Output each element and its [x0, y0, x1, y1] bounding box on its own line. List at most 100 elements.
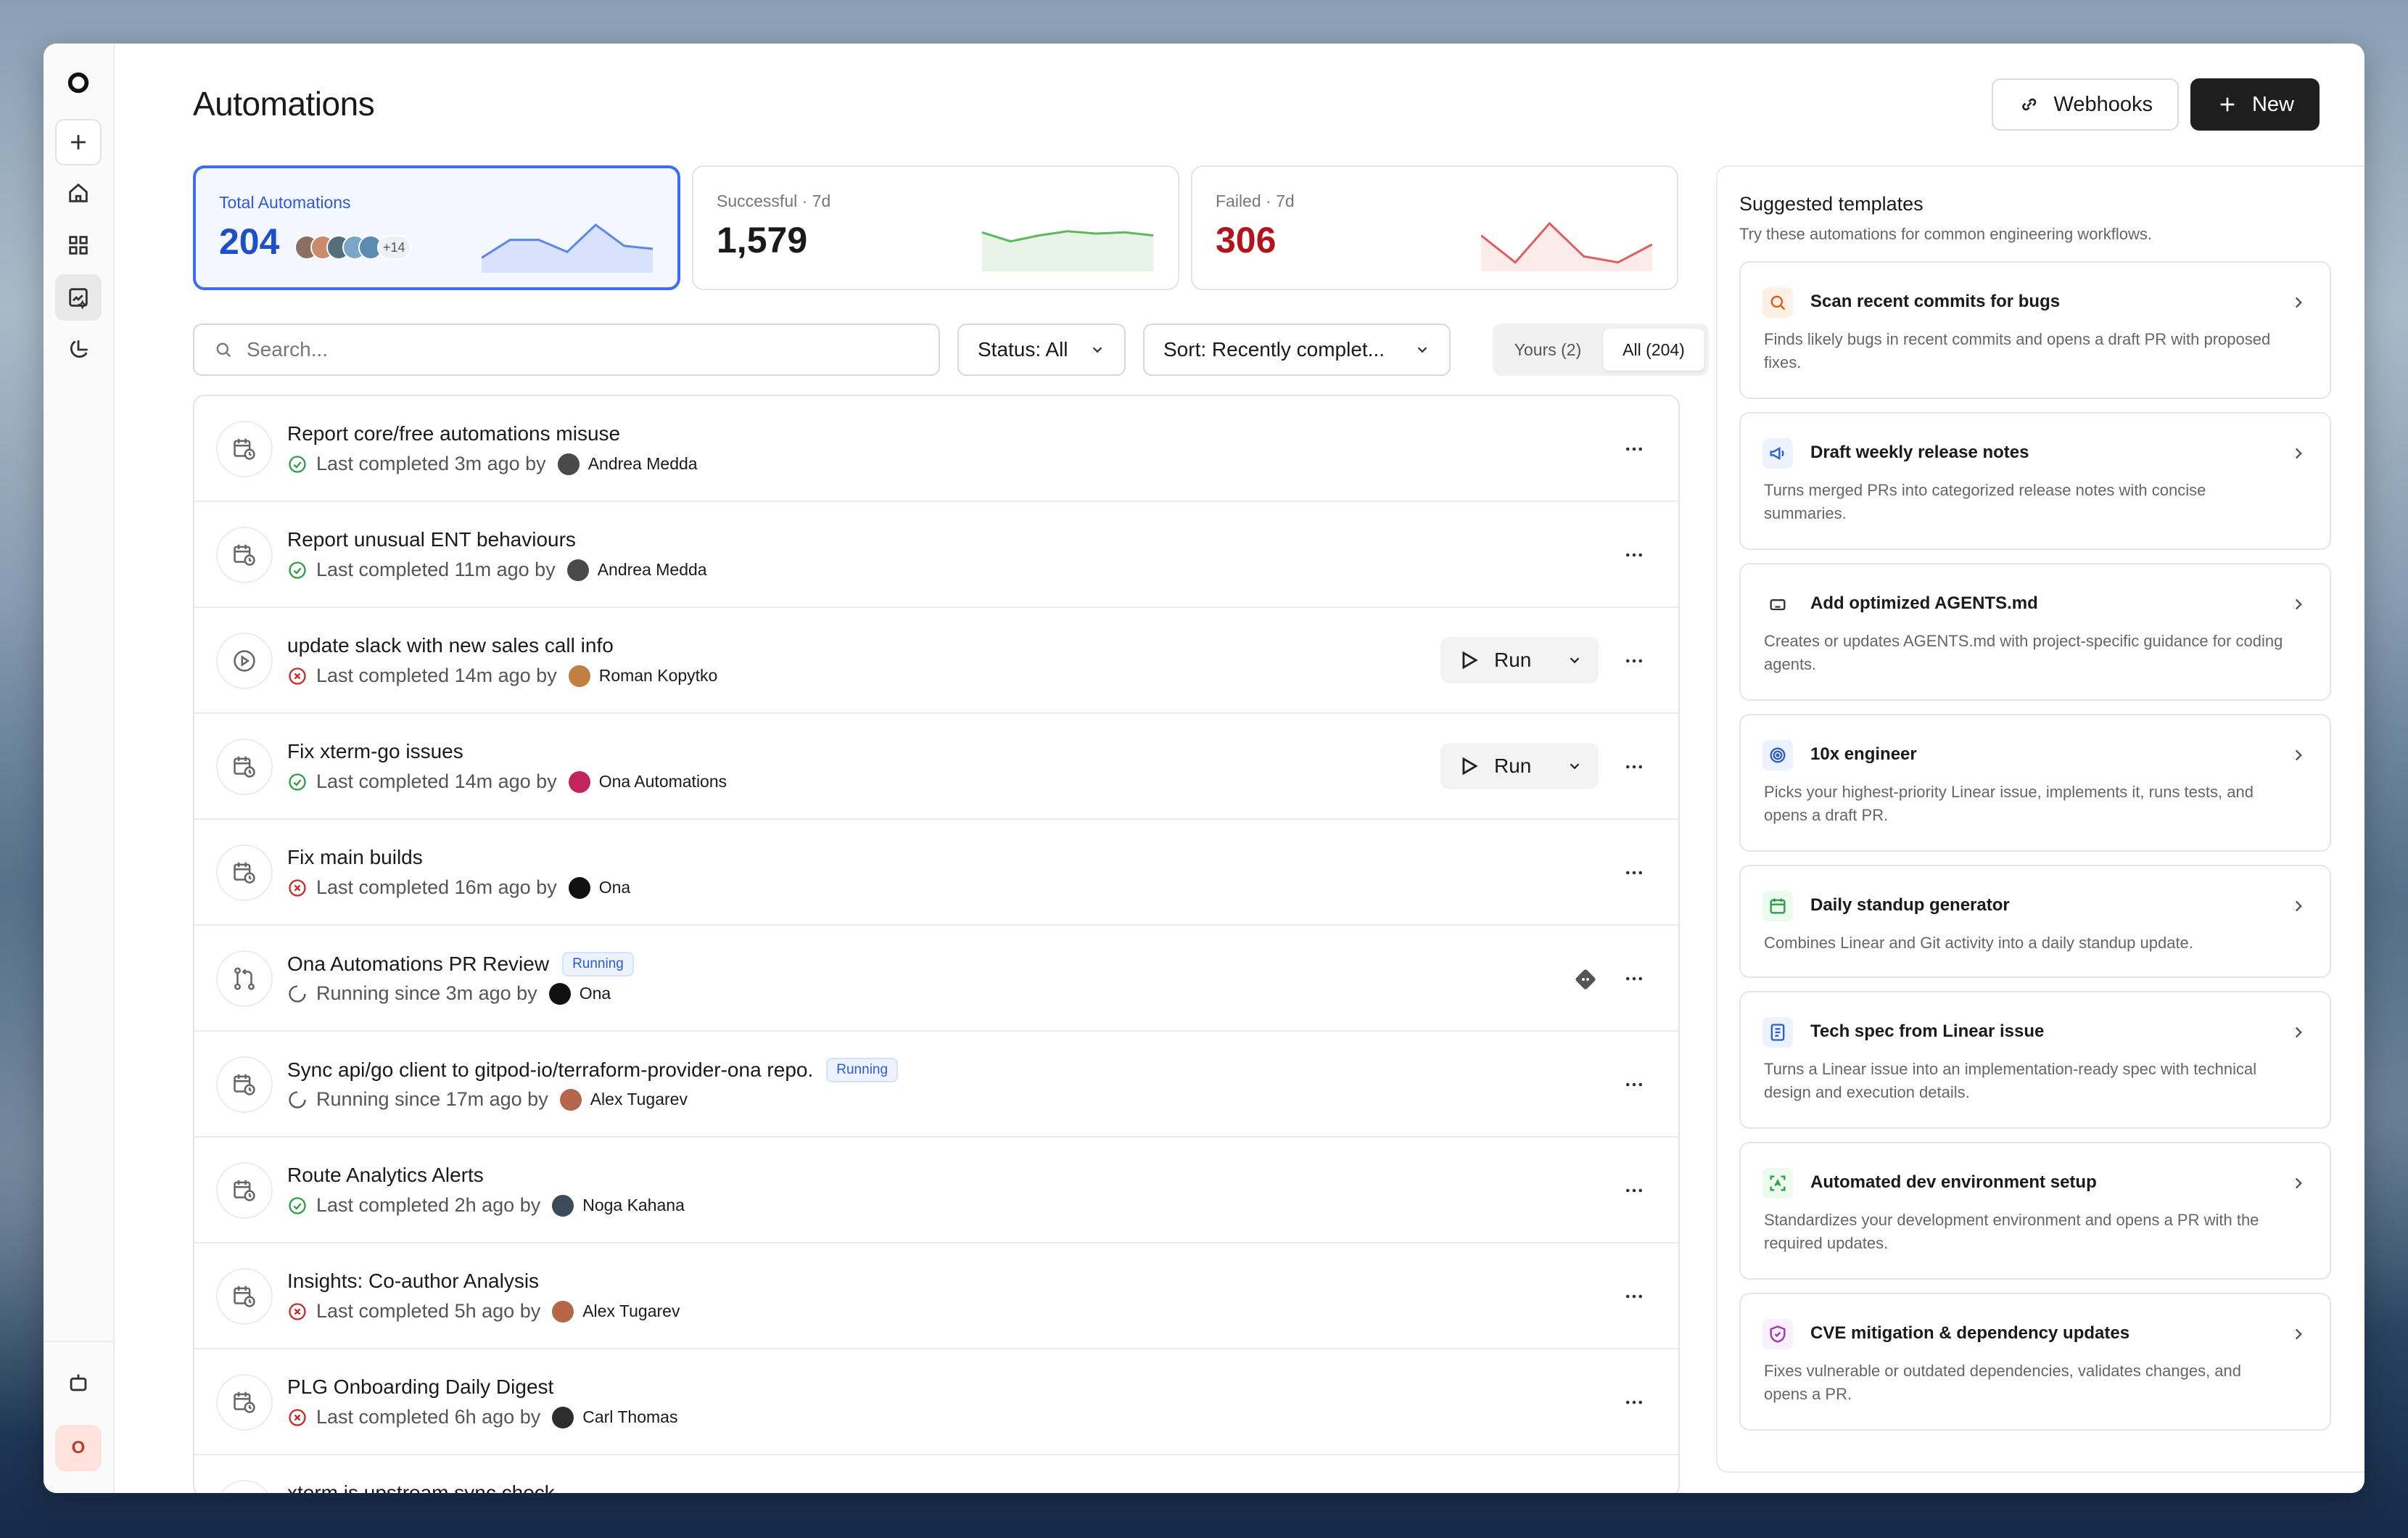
automation-name: Fix xterm-go issues: [287, 740, 463, 762]
automation-name: update slack with new sales call info: [287, 634, 614, 657]
template-card[interactable]: Daily standup generator Combines Linear a…: [1739, 865, 2331, 978]
stat-value: 1,579: [717, 220, 808, 260]
template-card[interactable]: Automated dev environment setup Standardi…: [1739, 1142, 2331, 1280]
template-description: Creates or updates AGENTS.md with projec…: [1764, 632, 2283, 673]
running-badge: Running: [562, 952, 634, 976]
sort-dropdown[interactable]: Sort: Recently complet...: [1143, 324, 1451, 376]
automation-name: Ona Automations PR Review: [287, 953, 550, 975]
stat-card-total[interactable]: Total Automations 204 +14: [193, 165, 680, 290]
automation-meta-text: Last completed 3m ago by: [316, 453, 546, 474]
run-button[interactable]: Run: [1440, 637, 1599, 683]
template-card[interactable]: Add optimized AGENTS.md Creates or update…: [1739, 563, 2331, 701]
automation-row[interactable]: Ona Automations PR Review Running Running …: [194, 926, 1678, 1032]
template-title: CVE mitigation & dependency updates: [1810, 1323, 2130, 1343]
yours-tab[interactable]: Yours (2): [1497, 329, 1599, 371]
pull-request-icon: [216, 950, 273, 1007]
automation-name: Sync api/go client to gitpod-io/terrafor…: [287, 1058, 814, 1081]
new-automation-button[interactable]: New: [2190, 78, 2320, 131]
more-options-icon[interactable]: [1619, 1281, 1649, 1312]
automation-row[interactable]: update slack with new sales call info Las…: [194, 608, 1678, 714]
chevron-down-icon: [1092, 347, 1102, 353]
calendar-clock-icon: [216, 1268, 273, 1325]
automation-meta: Last completed 16m ago by Ona: [287, 876, 630, 899]
user-name: Andrea Medda: [587, 454, 698, 473]
template-card[interactable]: Scan recent commits for bugs Finds likely…: [1739, 261, 2331, 399]
template-card[interactable]: Tech spec from Linear issue Turns a Linea…: [1739, 991, 2331, 1129]
new-item-button[interactable]: [55, 119, 102, 165]
templates-subheading: Try these automations for common enginee…: [1739, 225, 2152, 243]
chevron-right-icon: [2295, 1027, 2302, 1038]
more-options-icon[interactable]: [1619, 1069, 1649, 1100]
plus-icon: [2220, 97, 2235, 112]
automation-title: Report unusual ENT behaviours: [287, 528, 576, 551]
chevron-right-icon: [2295, 297, 2302, 308]
running-badge: Running: [826, 1058, 899, 1082]
more-options-icon[interactable]: [1619, 434, 1649, 464]
stat-label: Successful · 7d: [717, 192, 831, 210]
run-button[interactable]: Run: [1440, 743, 1599, 789]
user-avatar[interactable]: O: [55, 1425, 102, 1471]
chevron-down-icon[interactable]: [1567, 652, 1583, 668]
search-input[interactable]: [247, 338, 899, 361]
more-options-icon[interactable]: [1619, 646, 1649, 676]
template-card[interactable]: 10x engineer Picks your highest-priority …: [1739, 714, 2331, 852]
template-description: Fixes vulnerable or outdated dependencie…: [1764, 1362, 2242, 1403]
ownership-toggle: Yours (2) All (204): [1493, 324, 1709, 376]
automation-row[interactable]: Sync api/go client to gitpod-io/terrafor…: [194, 1032, 1678, 1138]
template-card[interactable]: CVE mitigation & dependency updates Fixes…: [1739, 1293, 2331, 1431]
more-options-icon[interactable]: [1619, 1387, 1649, 1418]
automation-title: update slack with new sales call info: [287, 634, 614, 657]
template-card[interactable]: Draft weekly release notes Turns merged P…: [1739, 412, 2331, 550]
automation-row[interactable]: Report unusual ENT behaviours Last comple…: [194, 502, 1678, 608]
webhooks-button[interactable]: Webhooks: [1992, 78, 2179, 131]
automation-name: Fix main builds: [287, 846, 423, 868]
calendar-clock-icon: [216, 421, 273, 477]
automation-row[interactable]: Insights: Co-author Analysis Last complet…: [194, 1243, 1678, 1349]
insights-pie-icon[interactable]: [55, 326, 102, 373]
success-status-icon: [289, 561, 306, 579]
chevron-down-icon[interactable]: [1567, 758, 1583, 774]
more-options-icon[interactable]: [1619, 963, 1649, 994]
all-tab[interactable]: All (204): [1603, 329, 1704, 371]
automation-row[interactable]: xterm.js upstream sync check: [194, 1455, 1678, 1493]
template-title: Scan recent commits for bugs: [1810, 292, 2061, 311]
sidebar: O: [44, 44, 115, 1493]
megaphone-icon: [1762, 438, 1793, 469]
more-options-icon[interactable]: [1619, 858, 1649, 888]
successful-sparkline: [982, 230, 1153, 271]
automation-title: Fix xterm-go issues: [287, 740, 463, 763]
stat-value: 204: [219, 221, 280, 262]
automation-meta: Last completed 14m ago by Ona Automations: [287, 770, 727, 793]
automation-row[interactable]: Route Analytics Alerts Last completed 2h …: [194, 1138, 1678, 1243]
more-options-icon[interactable]: [1619, 752, 1649, 782]
automation-row[interactable]: Fix main builds Last completed 16m ago by…: [194, 820, 1678, 926]
git-icon[interactable]: [1572, 966, 1599, 992]
bot-icon[interactable]: [55, 1360, 102, 1406]
failed-status-icon: [289, 1408, 306, 1426]
automation-meta: Last completed 14m ago by Roman Kopytko: [287, 665, 717, 687]
automation-title: Fix main builds: [287, 846, 423, 869]
suggested-templates-panel: Suggested templates Try these automation…: [1716, 165, 2364, 1473]
stat-label: Failed · 7d: [1216, 192, 1295, 210]
chevron-right-icon: [2295, 448, 2302, 459]
home-icon[interactable]: [55, 170, 102, 216]
automation-row[interactable]: Fix xterm-go issues Last completed 14m ag…: [194, 714, 1678, 820]
automation-meta-text: Last completed 14m ago by: [316, 770, 557, 792]
automation-meta-text: Last completed 5h ago by: [316, 1300, 541, 1322]
play-icon: [1462, 651, 1478, 670]
more-options-icon[interactable]: [1619, 540, 1649, 570]
automations-icon[interactable]: [55, 274, 102, 321]
stat-card-failed[interactable]: Failed · 7d 306: [1191, 165, 1678, 290]
automation-row[interactable]: PLG Onboarding Daily Digest Last complete…: [194, 1349, 1678, 1455]
more-options-icon[interactable]: [1619, 1175, 1649, 1206]
template-title: 10x engineer: [1810, 744, 1917, 764]
search-box[interactable]: [193, 324, 940, 376]
automation-meta-text: Running since 3m ago by: [316, 982, 537, 1004]
automation-row[interactable]: Report core/free automations misuse Last …: [194, 396, 1678, 502]
template-description: Finds likely bugs in recent commits and …: [1764, 330, 2271, 371]
calendar-clock-icon: [216, 1480, 273, 1493]
logo-icon[interactable]: [55, 59, 102, 106]
status-filter-dropdown[interactable]: Status: All: [957, 324, 1126, 376]
grid-icon[interactable]: [55, 222, 102, 268]
stat-card-successful[interactable]: Successful · 7d 1,579: [692, 165, 1179, 290]
